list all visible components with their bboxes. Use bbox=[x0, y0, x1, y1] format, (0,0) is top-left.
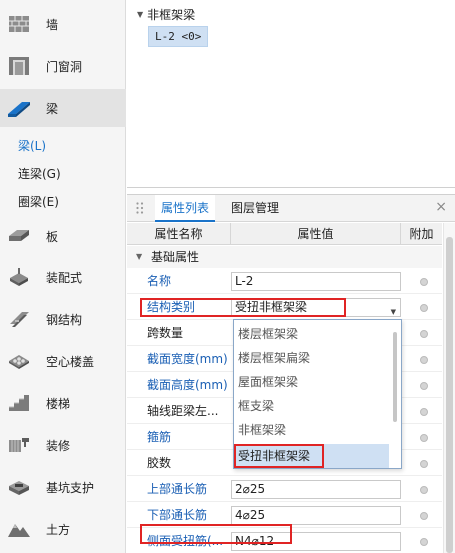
property-name: 下部通长筋 bbox=[147, 508, 208, 522]
extra-checkbox[interactable] bbox=[420, 278, 428, 286]
sidebar-item-label: 门窗洞 bbox=[46, 59, 83, 74]
structure-type-select[interactable]: 受扭非框架梁 ▼ bbox=[231, 298, 401, 317]
dropdown-option-selected[interactable]: 受扭非框架梁 bbox=[235, 444, 389, 468]
door-window-icon bbox=[6, 53, 32, 79]
sidebar-item-label: 空心楼盖 bbox=[46, 354, 95, 369]
property-value-input[interactable]: N4⌀12 bbox=[231, 532, 401, 551]
extra-checkbox[interactable] bbox=[420, 356, 428, 364]
wall-icon bbox=[6, 11, 32, 37]
property-name: 截面高度(mm) bbox=[147, 378, 228, 392]
dropdown-option[interactable]: 楼层框架扁梁 bbox=[235, 346, 389, 370]
property-value-input[interactable]: L-2 bbox=[231, 272, 401, 291]
sidebar-item-foundation-pit[interactable]: 基坑支护 bbox=[0, 469, 126, 505]
extra-checkbox[interactable] bbox=[420, 382, 428, 390]
dropdown-arrow-icon[interactable]: ▼ bbox=[391, 304, 396, 316]
property-name: 跨数量 bbox=[147, 326, 184, 340]
property-name: 轴线距梁左... bbox=[147, 404, 219, 418]
sidebar-item-prefab[interactable]: 装配式 bbox=[0, 259, 126, 295]
sidebar-item-label: 梁 bbox=[46, 101, 59, 116]
property-row-top-rebar: 上部通长筋 2⌀25 bbox=[127, 477, 442, 502]
sidebar-item-decoration[interactable]: 装修 bbox=[0, 427, 126, 463]
prefab-icon bbox=[6, 264, 32, 290]
close-icon[interactable]: × bbox=[435, 199, 447, 215]
extra-checkbox[interactable] bbox=[420, 538, 428, 546]
property-name: 上部通长筋 bbox=[147, 482, 208, 496]
earthwork-icon bbox=[6, 516, 32, 542]
scrollbar-thumb[interactable] bbox=[446, 237, 453, 553]
sidebar-item-slab[interactable]: 板 bbox=[0, 218, 126, 254]
property-value-input[interactable]: 4⌀25 bbox=[231, 506, 401, 525]
select-value: 受扭非框架梁 bbox=[235, 300, 308, 314]
sidebar-item-label: 板 bbox=[46, 229, 59, 244]
column-header-value: 属性值 bbox=[231, 223, 401, 245]
tab-property-list[interactable]: 属性列表 bbox=[155, 195, 216, 222]
panel-scrollbar[interactable] bbox=[443, 223, 455, 553]
sidebar-subitem-coupling-beam[interactable]: 连梁(G) bbox=[18, 165, 61, 182]
collapse-triangle-icon[interactable]: ▼ bbox=[136, 246, 142, 268]
tree-item-l2[interactable]: L-2 <0> bbox=[148, 26, 209, 47]
property-name: 结构类别 bbox=[147, 300, 196, 314]
sidebar-item-label: 楼梯 bbox=[46, 396, 71, 411]
dropdown-option[interactable]: 非框架梁 bbox=[235, 418, 389, 442]
property-row-side-torsion-rebar: 侧面受扭筋(... N4⌀12 bbox=[127, 529, 442, 553]
panel-tabbar: 属性列表 图层管理 × bbox=[127, 195, 455, 222]
sidebar-item-label: 装配式 bbox=[46, 270, 83, 285]
sidebar-item-earthwork[interactable]: 土方 bbox=[0, 511, 126, 547]
sidebar-item-label: 钢结构 bbox=[46, 312, 83, 327]
property-name: 截面宽度(mm) bbox=[147, 352, 228, 366]
collapse-triangle-icon[interactable]: ▼ bbox=[137, 10, 143, 19]
hollow-floor-icon bbox=[6, 348, 32, 374]
extra-checkbox[interactable] bbox=[420, 434, 428, 442]
sidebar-item-label: 装修 bbox=[46, 438, 71, 453]
property-grid-header: 属性名称 属性值 附加 bbox=[127, 223, 442, 245]
group-label: 基础属性 bbox=[151, 250, 200, 264]
sidebar-subitem-beam[interactable]: 梁(L) bbox=[18, 137, 46, 154]
extra-checkbox[interactable] bbox=[420, 486, 428, 494]
slab-icon bbox=[6, 223, 32, 249]
property-name: 胶数 bbox=[147, 456, 172, 470]
drag-handle-icon[interactable] bbox=[135, 201, 145, 215]
tree-group-label: 非框架梁 bbox=[147, 8, 196, 22]
extra-checkbox[interactable] bbox=[420, 460, 428, 468]
foundation-pit-icon bbox=[6, 474, 32, 500]
extra-checkbox[interactable] bbox=[420, 408, 428, 416]
extra-checkbox[interactable] bbox=[420, 304, 428, 312]
property-name: 侧面受扭筋(... bbox=[147, 534, 224, 548]
sidebar-item-steel[interactable]: 钢结构 bbox=[0, 301, 126, 337]
property-row-bottom-rebar: 下部通长筋 4⌀25 bbox=[127, 503, 442, 528]
column-header-extra: 附加 bbox=[409, 227, 434, 241]
property-row-structure-type: 结构类别 受扭非框架梁 ▼ bbox=[127, 295, 442, 320]
dropdown-option[interactable]: 框支梁 bbox=[235, 394, 389, 418]
decoration-icon bbox=[6, 432, 32, 458]
sidebar-item-beam[interactable]: 梁 bbox=[0, 89, 126, 127]
tab-layer-management[interactable]: 图层管理 bbox=[231, 195, 279, 222]
sidebar-item-label: 土方 bbox=[46, 522, 71, 537]
column-header-name: 属性名称 bbox=[127, 223, 231, 245]
sidebar-item-stair[interactable]: 楼梯 bbox=[0, 385, 126, 421]
dropdown-option[interactable]: 屋面框架梁 bbox=[235, 370, 389, 394]
property-name: 名称 bbox=[147, 274, 172, 288]
dropdown-scrollbar[interactable] bbox=[391, 322, 399, 466]
component-sidebar: 墙 门窗洞 梁 梁(L) 连梁(G) 圈梁(E) 板 装配式 钢结构 空心楼盖 … bbox=[0, 0, 126, 553]
group-basic-properties[interactable]: ▼ 基础属性 bbox=[127, 246, 442, 268]
property-value-input[interactable]: 2⌀25 bbox=[231, 480, 401, 499]
tree-group-non-frame-beam[interactable]: ▼ 非框架梁 bbox=[137, 6, 195, 23]
sidebar-item-hollow-floor[interactable]: 空心楼盖 bbox=[0, 343, 126, 379]
component-tree: ▼ 非框架梁 L-2 <0> bbox=[127, 0, 455, 188]
sidebar-item-door-window[interactable]: 门窗洞 bbox=[0, 48, 126, 84]
sidebar-item-wall[interactable]: 墙 bbox=[0, 6, 126, 42]
extra-checkbox[interactable] bbox=[420, 512, 428, 520]
property-name: 箍筋 bbox=[147, 430, 172, 444]
sidebar-subitem-ring-beam[interactable]: 圈梁(E) bbox=[18, 193, 59, 210]
stair-icon bbox=[6, 390, 32, 416]
extra-checkbox[interactable] bbox=[420, 330, 428, 338]
dropdown-option[interactable]: 楼层框架梁 bbox=[235, 322, 389, 346]
scrollbar-thumb[interactable] bbox=[393, 332, 397, 422]
steel-structure-icon bbox=[6, 306, 32, 332]
beam-icon bbox=[6, 95, 32, 121]
sidebar-item-label: 基坑支护 bbox=[46, 480, 95, 495]
property-row-name: 名称 L-2 bbox=[127, 269, 442, 294]
sidebar-item-label: 墙 bbox=[46, 17, 59, 32]
structure-type-dropdown: 楼层框架梁 楼层框架扁梁 屋面框架梁 框支梁 非框架梁 受扭非框架梁 bbox=[233, 319, 402, 469]
